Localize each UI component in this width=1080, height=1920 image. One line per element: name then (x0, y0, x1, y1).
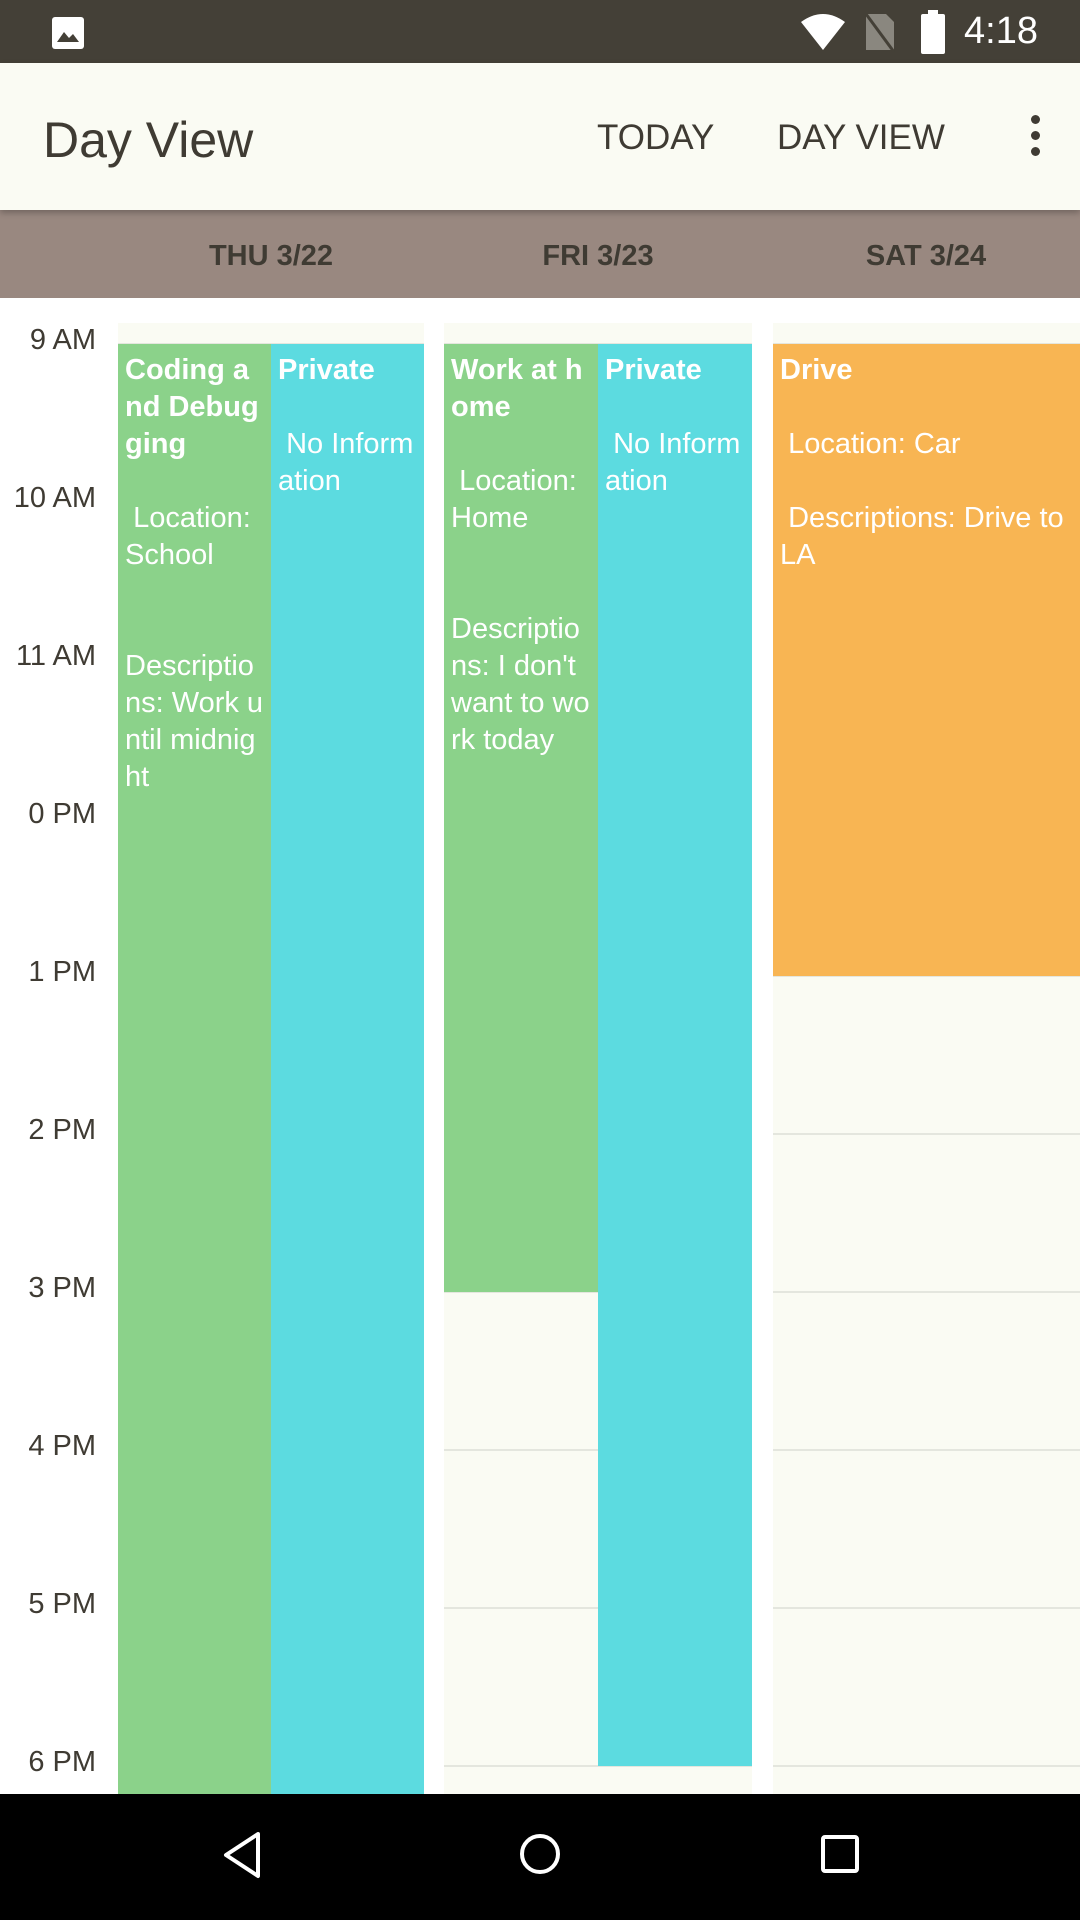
today-button[interactable]: TODAY (597, 118, 714, 158)
event-title: Drive (780, 354, 853, 386)
day-column[interactable]: Coding and Debugging Location: School De… (118, 323, 424, 1794)
event-card[interactable]: Private No Information (271, 344, 424, 1794)
hour-gridline (773, 1133, 1080, 1135)
event-title: Coding and Debugging (125, 354, 259, 460)
hour-label: 6 PM (28, 1746, 96, 1778)
no-sim-icon (864, 13, 896, 52)
back-icon[interactable] (220, 1830, 264, 1880)
hour-label: 1 PM (28, 956, 96, 988)
hour-label: 5 PM (28, 1588, 96, 1620)
hour-label: 0 PM (28, 798, 96, 830)
event-details: No Information (605, 428, 741, 497)
day-label: FRI 3/23 (542, 240, 654, 272)
hour-gridline (773, 1291, 1080, 1293)
image-icon (52, 17, 84, 49)
event-details: No Information (278, 428, 414, 497)
hour-label: 3 PM (28, 1272, 96, 1304)
clock: 4:18 (964, 10, 1038, 52)
event-card[interactable]: Drive Location: Car Descriptions: Drive … (773, 344, 1080, 976)
event-card[interactable]: Private No Information (598, 344, 752, 1766)
hour-label: 9 AM (29, 324, 96, 356)
nav-bar (0, 1794, 1080, 1920)
recents-icon[interactable] (820, 1834, 860, 1874)
hour-label: 4 PM (28, 1430, 96, 1462)
day-column[interactable]: Drive Location: Car Descriptions: Drive … (773, 323, 1080, 1794)
day-view-button[interactable]: DAY VIEW (777, 118, 945, 158)
hour-label: 2 PM (28, 1114, 96, 1146)
event-title: Work at home (451, 354, 583, 423)
event-details: Location: Car Descriptions: Drive to LA (780, 428, 1064, 571)
event-title: Private (278, 354, 375, 386)
event-details: Location: Home Descriptions: I don't wan… (451, 465, 590, 756)
page-title: Day View (43, 112, 254, 168)
more-vert-icon[interactable] (1020, 115, 1050, 161)
hour-gridline (773, 1765, 1080, 1767)
wifi-icon (801, 14, 845, 50)
event-card[interactable]: Work at home Location: Home Descriptions… (444, 344, 598, 1292)
event-details: Location: School Descriptions: Work unti… (125, 502, 264, 793)
hour-label: 11 AM (15, 640, 96, 672)
hour-gridline (773, 1607, 1080, 1609)
day-label: SAT 3/24 (865, 240, 987, 272)
status-bar: 4:18 (0, 0, 1080, 63)
day-header: THU 3/22 FRI 3/23 SAT 3/24 (0, 210, 1080, 298)
day-label: THU 3/22 (208, 240, 334, 272)
home-icon[interactable] (518, 1832, 562, 1876)
battery-icon (921, 10, 945, 54)
event-title: Private (605, 354, 702, 386)
day-column[interactable]: Work at home Location: Home Descriptions… (444, 323, 752, 1794)
hour-gridline (773, 1449, 1080, 1451)
app-bar: Day View TODAY DAY VIEW (0, 63, 1080, 210)
hour-label: 10 AM (13, 482, 96, 514)
event-card[interactable]: Coding and Debugging Location: School De… (118, 344, 271, 1794)
